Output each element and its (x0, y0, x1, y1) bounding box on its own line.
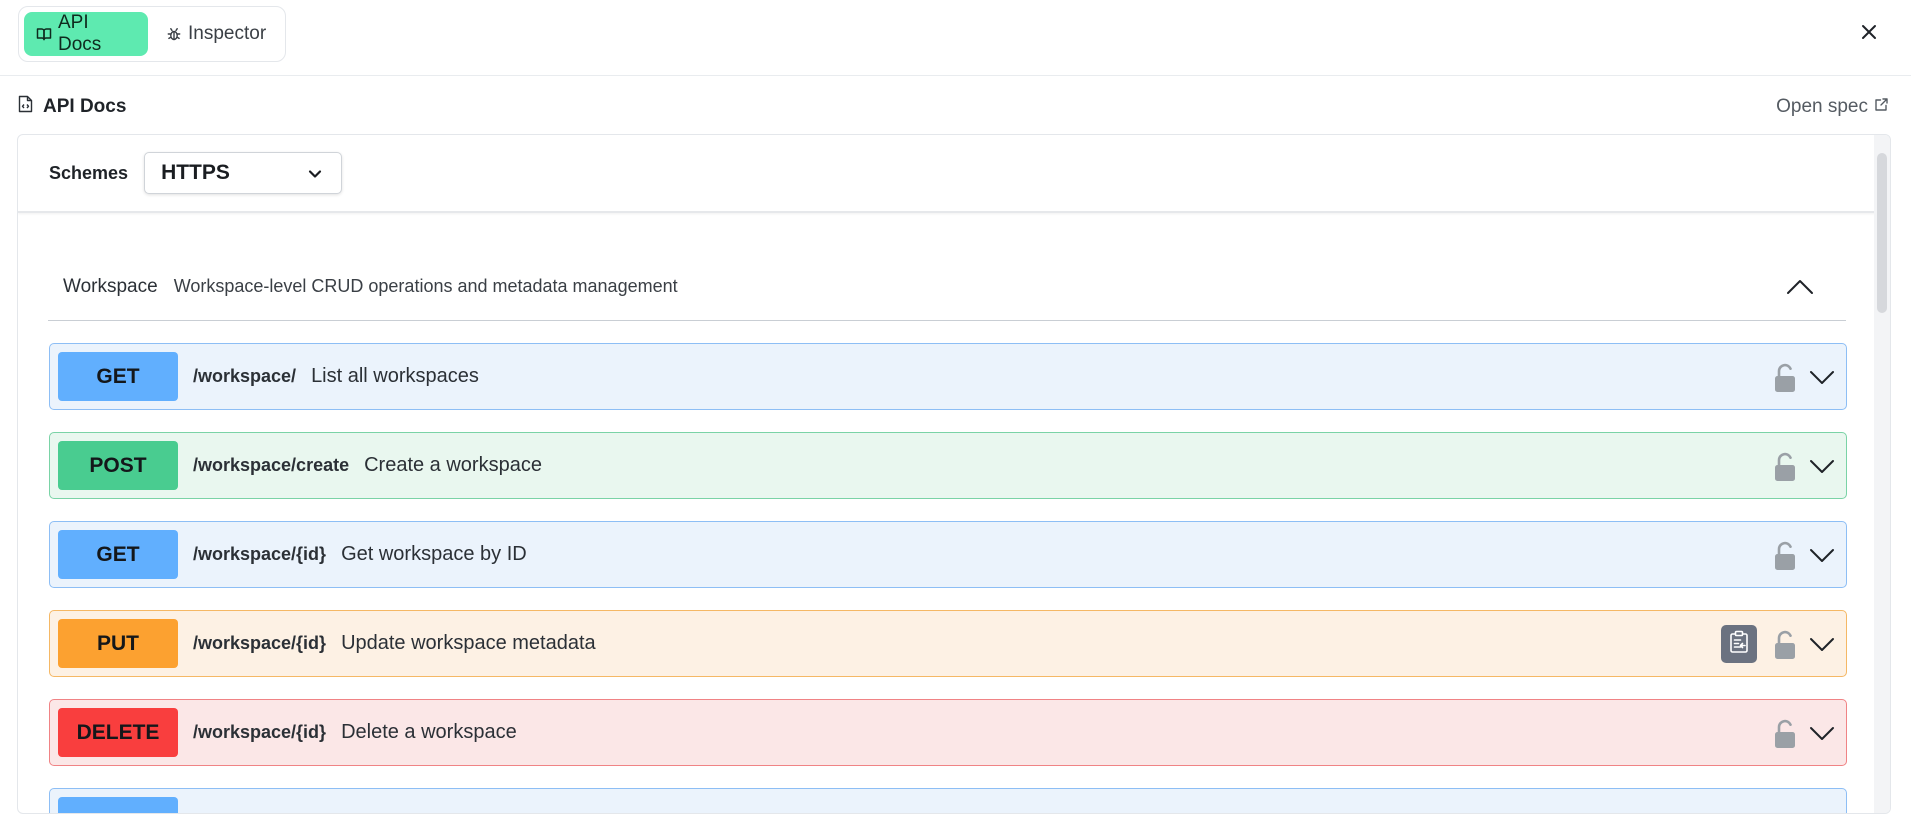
page-title: API Docs (43, 96, 127, 117)
chevron-down-icon[interactable] (1808, 453, 1836, 479)
tab-inspector[interactable]: Inspector (154, 12, 278, 56)
tab-api-docs[interactable]: API Docs (24, 12, 148, 56)
method-badge: GET (58, 352, 178, 401)
operation-get-list-workspaces[interactable]: GET /workspace/ List all workspaces (49, 343, 1847, 410)
operation-path: /workspace/ (193, 366, 297, 386)
open-spec-link[interactable]: Open spec (1776, 94, 1889, 120)
operation-post-create-workspace[interactable]: POST /workspace/create Create a workspac… (49, 432, 1847, 499)
operation-put-update-workspace[interactable]: PUT /workspace/{id} Update workspace met… (49, 610, 1847, 677)
method-badge: DELETE (58, 708, 178, 757)
tab-inspector-label: Inspector (188, 23, 267, 44)
tab-api-docs-label: API Docs (58, 12, 102, 55)
scrollbar-thumb[interactable] (1877, 153, 1887, 313)
file-code-icon (18, 95, 33, 119)
schemes-select[interactable]: HTTPS (144, 152, 343, 194)
operation-summary: Create a workspace (364, 454, 542, 476)
bug-icon (166, 26, 182, 42)
chevron-down-icon[interactable] (1808, 542, 1836, 568)
operation-summary: Get workspace by ID (341, 543, 527, 565)
schemes-bar: Schemes HTTPS (18, 135, 1875, 213)
unlock-icon[interactable] (1772, 541, 1798, 571)
chevron-up-icon[interactable] (1784, 273, 1816, 301)
tag-header-workspace[interactable]: Workspace Workspace-level CRUD operation… (48, 253, 1846, 321)
tag-name: Workspace (63, 275, 158, 297)
book-open-icon (36, 26, 52, 42)
operation-path: /workspace/{id} (193, 544, 327, 564)
clipboard-icon (1729, 630, 1749, 659)
external-link-icon (1874, 96, 1889, 118)
operation-summary: Update workspace metadata (341, 632, 596, 654)
operation-delete-workspace[interactable]: DELETE /workspace/{id} Delete a workspac… (49, 699, 1847, 766)
chevron-down-icon[interactable] (1808, 631, 1836, 657)
method-badge (58, 797, 178, 813)
operation-path: /workspace/{id} (193, 633, 327, 653)
copy-to-clipboard-button[interactable] (1721, 625, 1757, 663)
operation-summary: Delete a workspace (341, 721, 517, 743)
method-badge: GET (58, 530, 178, 579)
unlock-icon[interactable] (1772, 452, 1798, 482)
close-icon (1861, 24, 1877, 45)
unlock-icon[interactable] (1772, 719, 1798, 749)
chevron-down-icon[interactable] (1808, 720, 1836, 746)
scrollbar[interactable] (1874, 135, 1890, 813)
tag-description: Workspace-level CRUD operations and meta… (173, 276, 678, 296)
section-header: API Docs (18, 92, 126, 122)
operation-path: /workspace/create (193, 455, 350, 475)
swagger-panel: Schemes HTTPS Workspace Workspace-level … (17, 134, 1891, 814)
method-badge: POST (58, 441, 178, 490)
chevron-down-icon[interactable] (1808, 364, 1836, 390)
open-spec-label: Open spec (1776, 96, 1868, 117)
close-button[interactable] (1853, 18, 1885, 50)
operation-partial[interactable] (49, 788, 1847, 813)
schemes-selected-value: HTTPS (161, 161, 230, 184)
method-badge: PUT (58, 619, 178, 668)
view-tabs: API Docs Inspector (18, 6, 286, 62)
top-bar: API Docs Inspector (0, 0, 1911, 76)
chevron-down-icon (307, 161, 323, 185)
operation-summary: List all workspaces (311, 365, 479, 387)
unlock-icon[interactable] (1772, 630, 1798, 660)
operation-get-workspace-by-id[interactable]: GET /workspace/{id} Get workspace by ID (49, 521, 1847, 588)
unlock-icon[interactable] (1772, 363, 1798, 393)
schemes-label: Schemes (49, 162, 129, 183)
operation-path: /workspace/{id} (193, 722, 327, 742)
